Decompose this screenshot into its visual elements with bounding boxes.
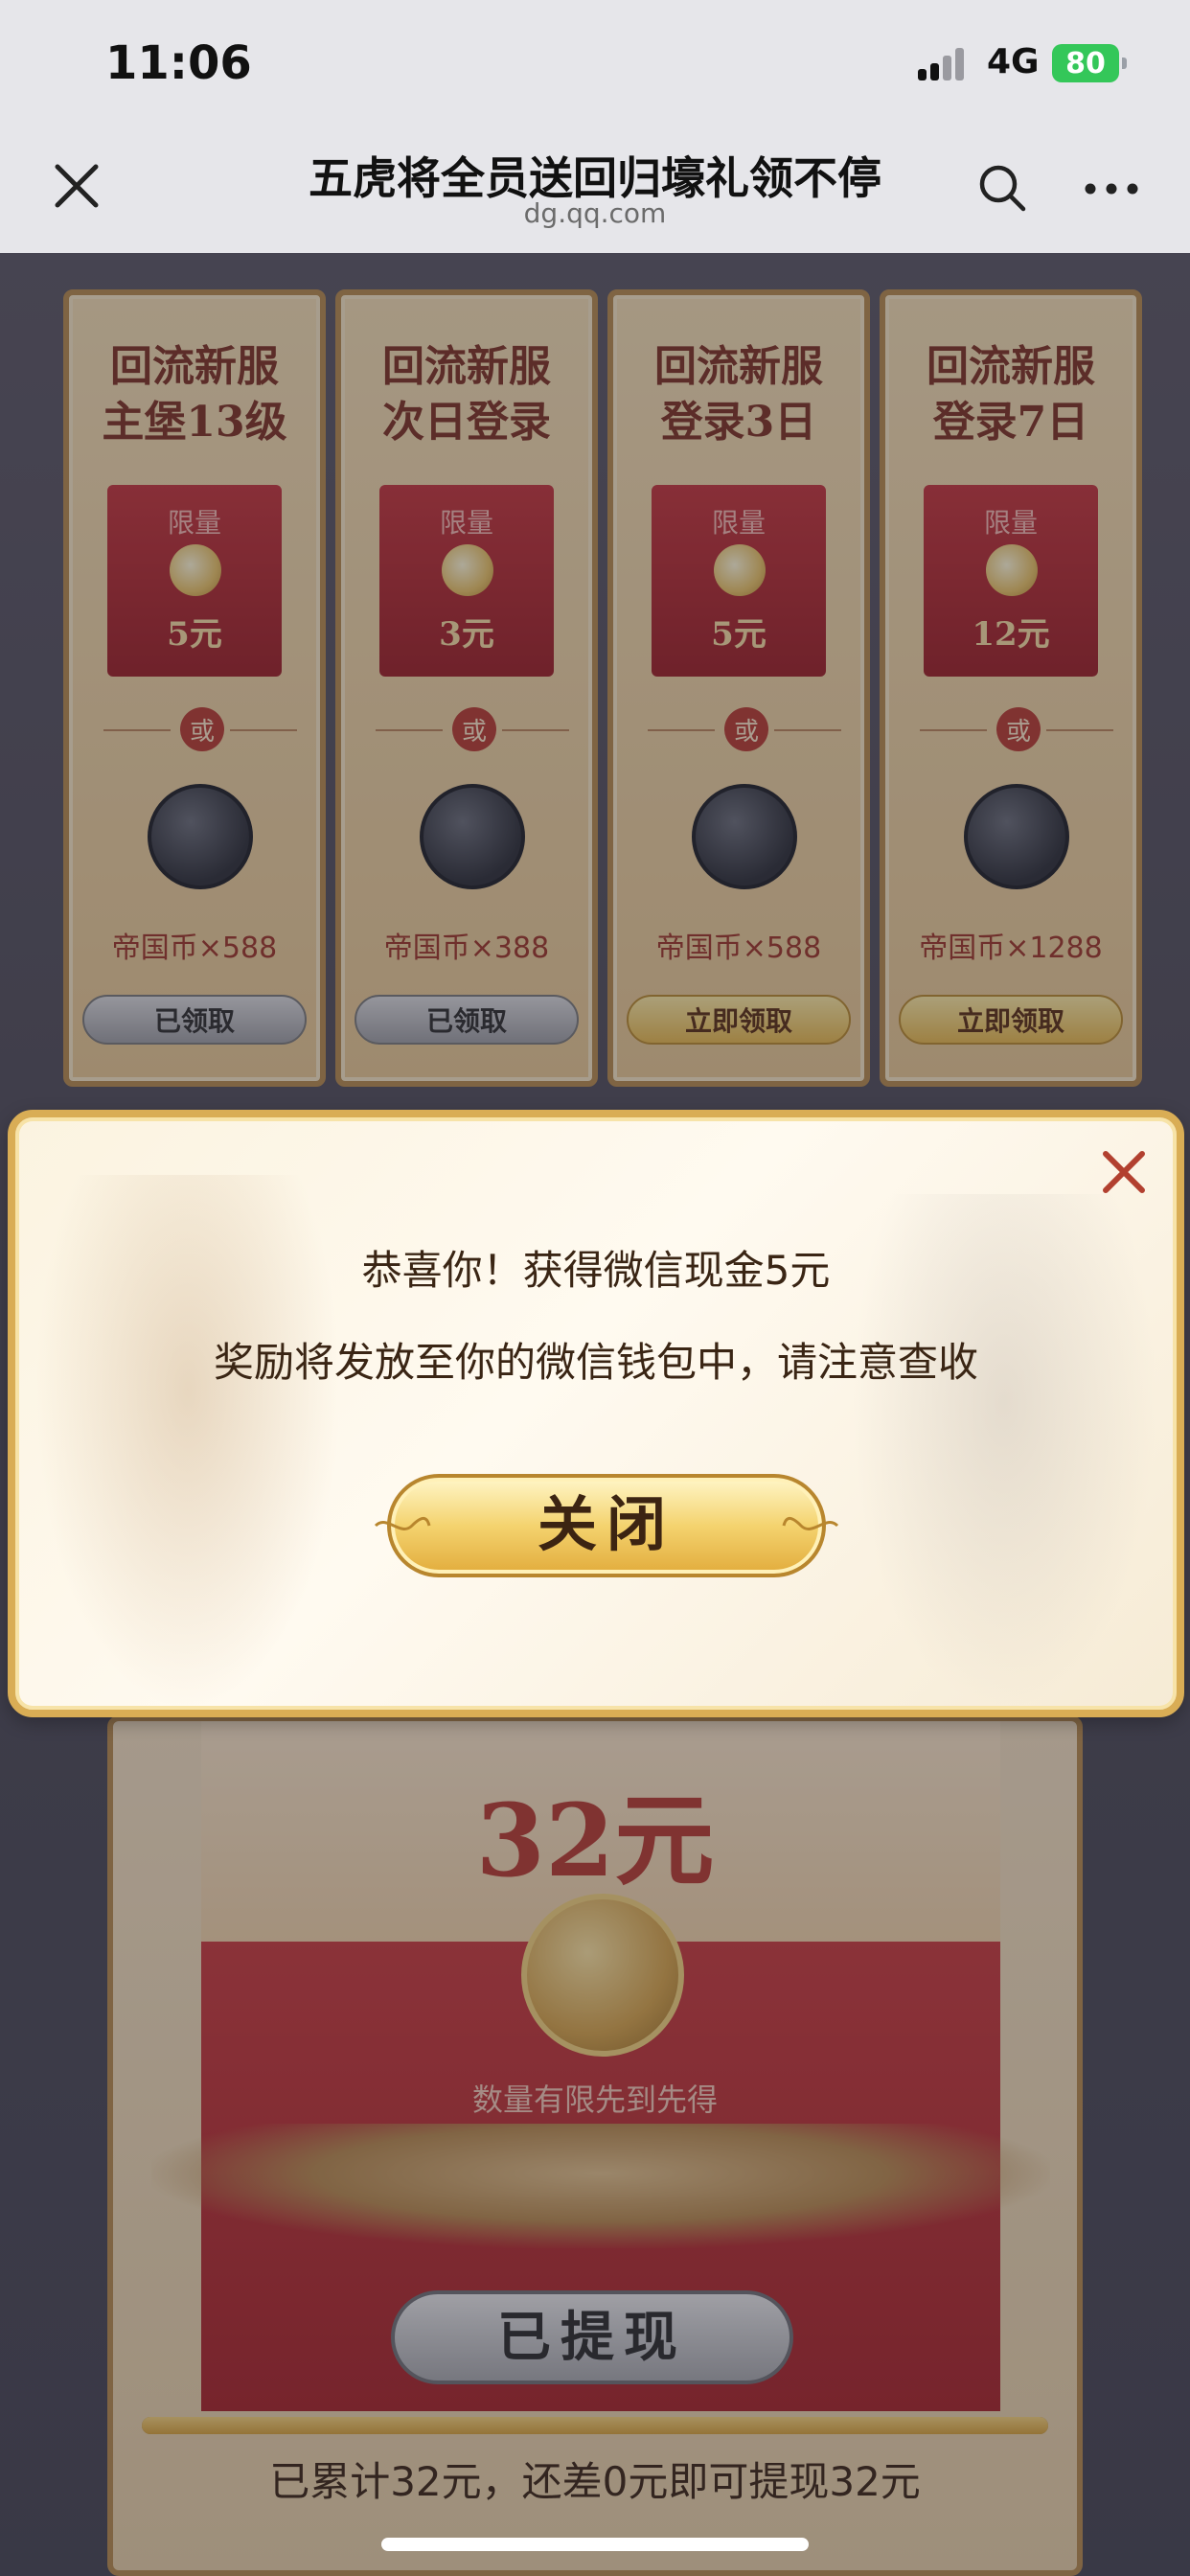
network-label: 4G (987, 42, 1040, 81)
signal-icon (918, 48, 968, 80)
top-bar: 11:06 4G 80 五虎将全员送回归壕礼领不停 dg.qq.com (0, 0, 1190, 253)
ornament-icon (374, 1517, 431, 1530)
battery-level: 80 (1065, 46, 1106, 80)
dialog-detail: 奖励将发放至你的微信钱包中，请注意查收 (213, 1339, 978, 1386)
status-time: 11:06 (105, 36, 252, 90)
ornament-icon (782, 1517, 839, 1530)
battery-icon: 80 (1052, 44, 1127, 82)
more-icon[interactable] (1083, 174, 1140, 203)
page-domain: dg.qq.com (523, 197, 667, 229)
close-icon[interactable] (50, 159, 103, 213)
close-button-label: 关闭 (537, 1489, 675, 1559)
dialog-message: 恭喜你！获得微信现金5元 (361, 1247, 831, 1294)
search-icon[interactable] (975, 161, 1029, 215)
close-icon[interactable] (1096, 1144, 1152, 1200)
reward-dialog: 恭喜你！获得微信现金5元 奖励将发放至你的微信钱包中，请注意查收 关闭 (8, 1110, 1184, 1717)
close-button[interactable]: 关闭 (374, 1474, 839, 1577)
home-indicator[interactable] (381, 2538, 809, 2551)
